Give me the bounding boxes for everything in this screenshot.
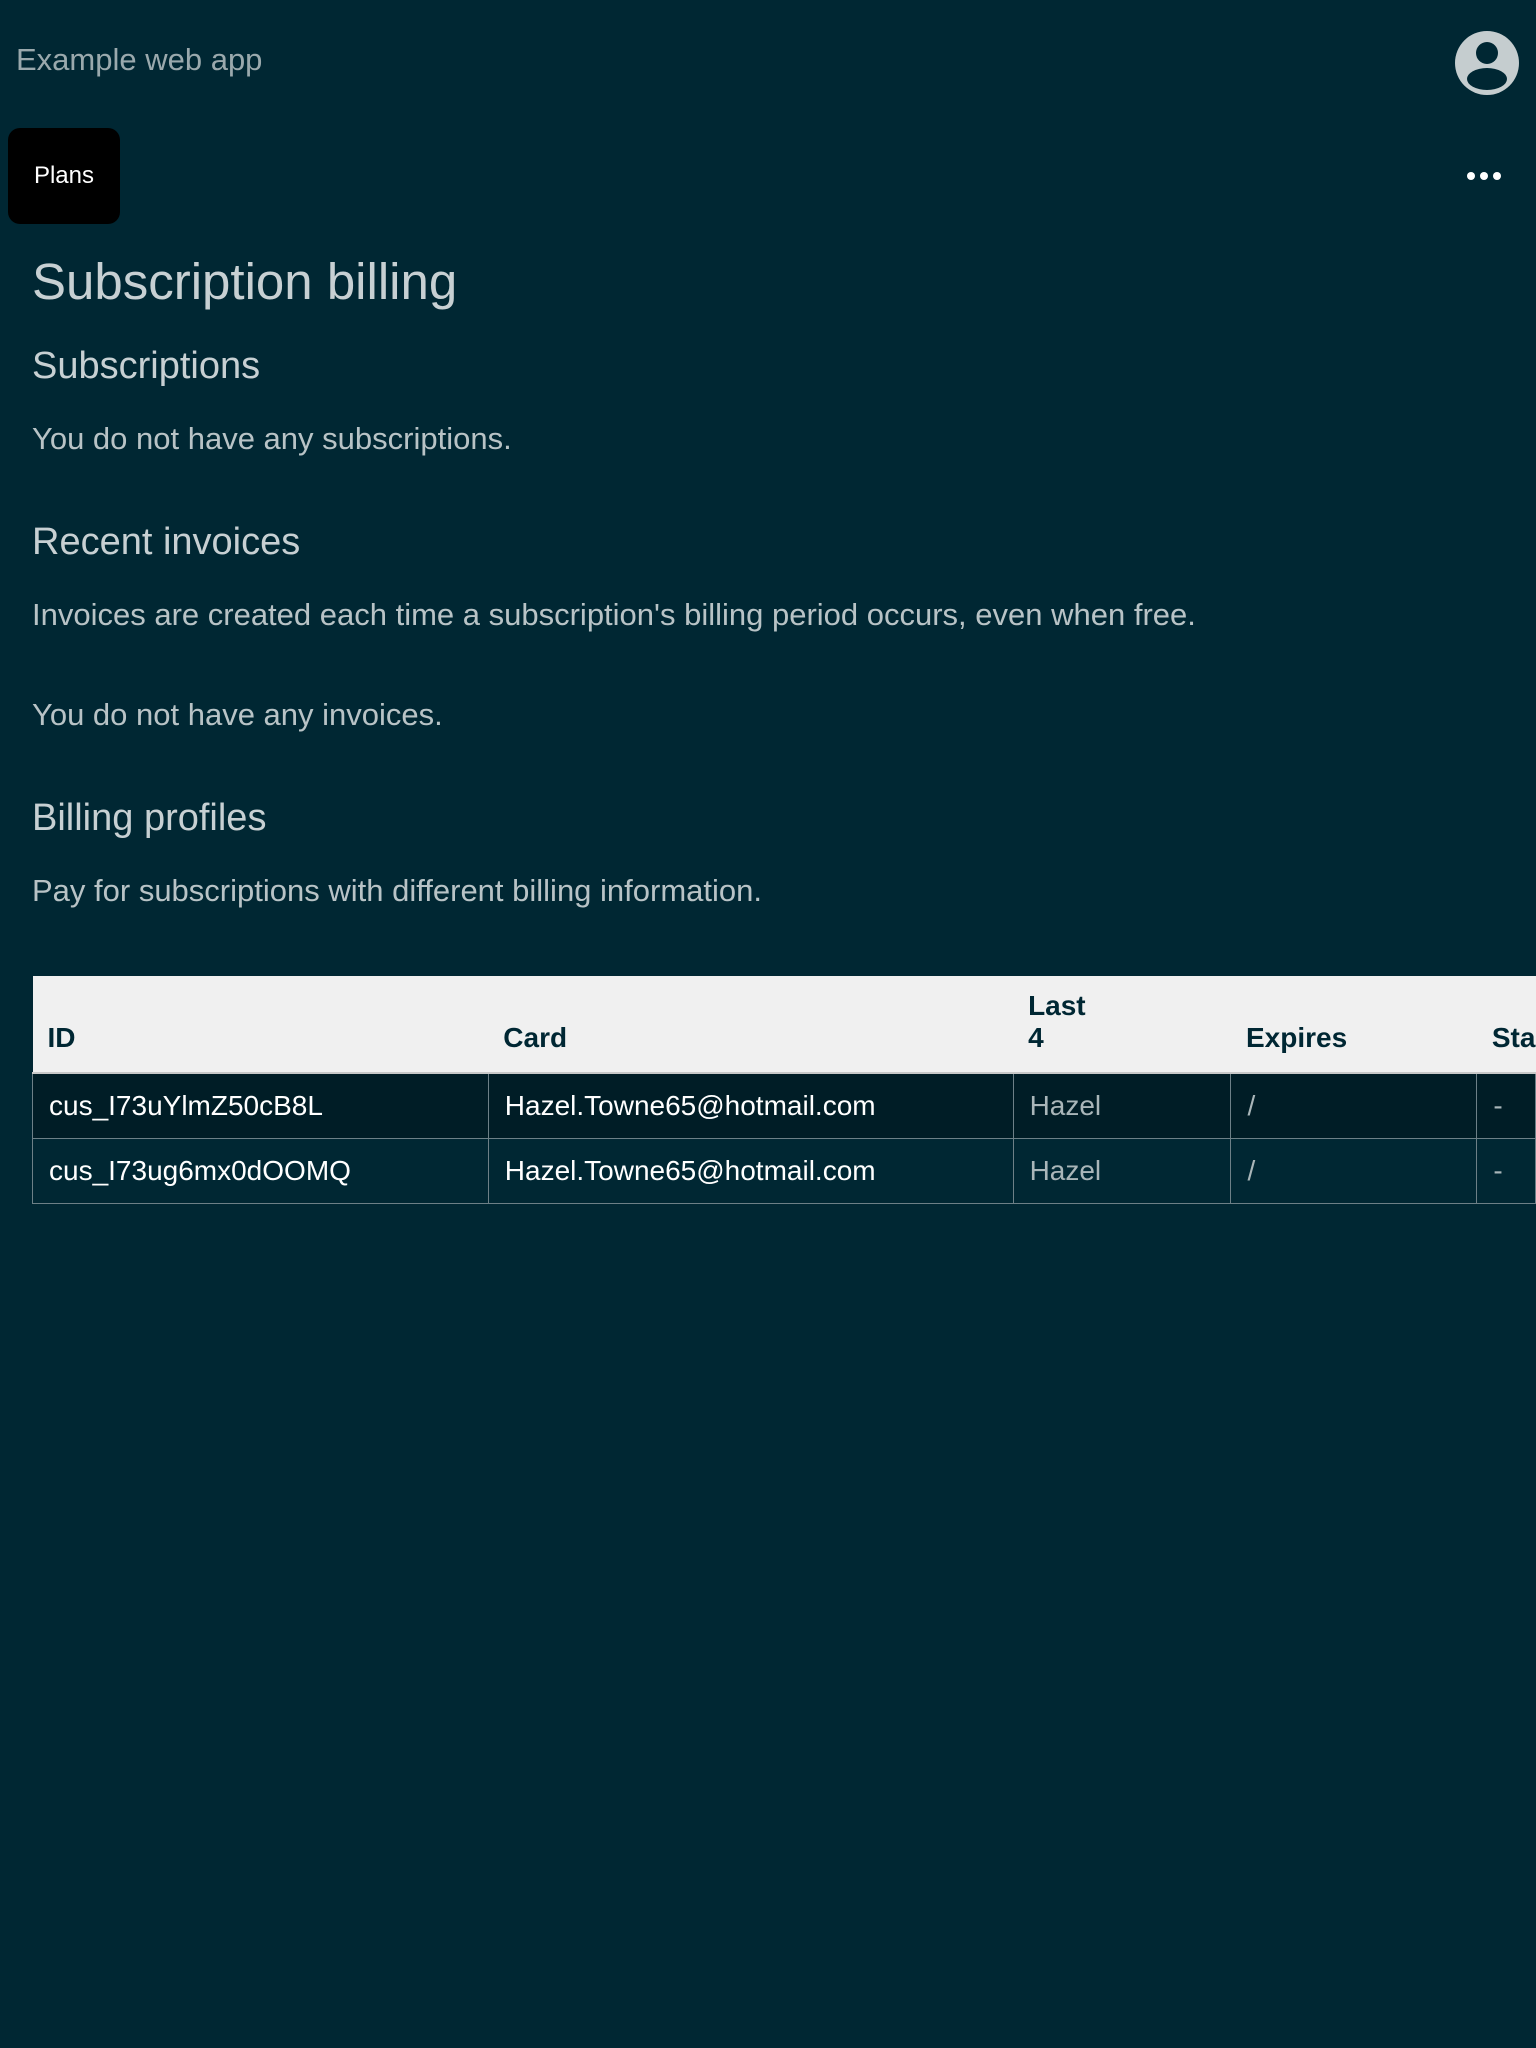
user-avatar-icon[interactable]	[1455, 31, 1519, 95]
billing-profiles-heading: Billing profiles	[32, 797, 267, 839]
column-header-last4: Last 4	[1013, 976, 1231, 1074]
more-options-icon[interactable]	[1464, 160, 1504, 192]
billing-profiles-description: Pay for subscriptions with different bil…	[32, 873, 762, 908]
billing-profiles-table: ID Card Last 4 Expires Sta cus_I73uYlmZ5…	[32, 976, 1536, 1204]
top-bar: Example web app	[0, 0, 1536, 124]
column-header-expires: Expires	[1230, 976, 1477, 1074]
subscriptions-heading: Subscriptions	[32, 345, 261, 387]
table-row[interactable]: cus_I73uYlmZ50cB8L Hazel.Towne65@hotmail…	[32, 1072, 1536, 1139]
plans-button[interactable]: Plans	[8, 128, 120, 224]
cell-status: -	[1476, 1072, 1536, 1139]
cell-expires: /	[1230, 1072, 1478, 1139]
cell-id: cus_I73uYlmZ50cB8L	[32, 1072, 489, 1139]
dot	[1493, 172, 1501, 180]
cell-last4: Hazel	[1012, 1072, 1232, 1139]
column-header-card: Card	[488, 976, 1014, 1074]
dot	[1480, 172, 1488, 180]
cell-card: Hazel.Towne65@hotmail.com	[487, 1138, 1014, 1204]
invoices-empty-text: You do not have any invoices.	[32, 697, 443, 732]
app-title: Example web app	[16, 42, 263, 77]
column-header-status: Sta	[1476, 976, 1536, 1074]
cell-expires: /	[1230, 1138, 1478, 1204]
cell-last4: Hazel	[1012, 1138, 1232, 1204]
cell-id: cus_I73ug6mx0dOOMQ	[32, 1138, 489, 1204]
column-header-last4-label: Last 4	[1028, 990, 1086, 1053]
page-title: Subscription billing	[32, 253, 458, 310]
cell-card: Hazel.Towne65@hotmail.com	[487, 1072, 1014, 1139]
invoices-description: Invoices are created each time a subscri…	[32, 597, 1196, 632]
table-header-row: ID Card Last 4 Expires Sta	[32, 976, 1536, 1074]
invoices-heading: Recent invoices	[32, 521, 301, 563]
cell-status: -	[1476, 1138, 1536, 1204]
subscriptions-empty-text: You do not have any subscriptions.	[32, 421, 512, 456]
table-row[interactable]: cus_I73ug6mx0dOOMQ Hazel.Towne65@hotmail…	[32, 1138, 1536, 1204]
dot	[1467, 172, 1475, 180]
column-header-id: ID	[32, 976, 489, 1074]
